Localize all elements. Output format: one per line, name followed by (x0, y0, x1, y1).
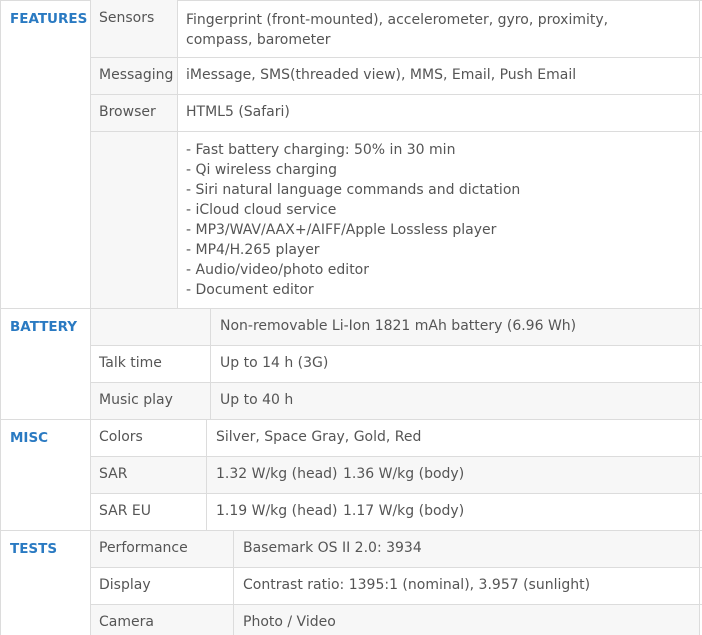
colors-label: Colors (99, 429, 143, 445)
talk-time-label: Talk time (99, 355, 162, 371)
sar-body-value: 1.36 W/kg (body) (343, 466, 465, 482)
divider (206, 457, 207, 493)
divider (210, 383, 211, 419)
divider (91, 567, 702, 568)
list-item: - MP3/WAV/AAX+/AIFF/Apple Lossless playe… (186, 222, 497, 238)
music-play-label: Music play (99, 392, 173, 408)
list-item: - Fast battery charging: 50% in 30 min (186, 142, 456, 158)
sar-head-value: 1.32 W/kg (head) (216, 466, 338, 482)
divider (177, 0, 178, 308)
music-play-value: Up to 40 h (220, 392, 294, 408)
list-item: - Qi wireless charging (186, 162, 337, 178)
talk-time-value: Up to 14 h (3G) (220, 355, 329, 371)
browser-value: HTML5 (Safari) (186, 104, 290, 120)
table-left-border (0, 0, 1, 635)
list-item: - MP4/H.265 player (186, 242, 320, 258)
specs-table: FEATURES Sensors Fingerprint (front-moun… (0, 0, 702, 635)
divider (0, 419, 702, 420)
features-category: FEATURES (10, 11, 88, 27)
music-row-shade (91, 383, 699, 419)
divider (91, 57, 702, 58)
sensors-label: Sensors (99, 10, 155, 26)
list-item: - Document editor (186, 282, 314, 298)
camera-value: Photo / Video (243, 614, 336, 630)
messaging-label: Messaging (99, 67, 174, 83)
sar-eu-head-value: 1.19 W/kg (head) (216, 503, 338, 519)
sar-eu-label: SAR EU (99, 503, 151, 519)
divider (233, 531, 234, 567)
list-item: - Audio/video/photo editor (186, 262, 369, 278)
display-value: Contrast ratio: 1395:1 (nominal), 3.957 … (243, 577, 591, 593)
camera-label: Camera (99, 614, 154, 630)
display-label: Display (99, 577, 151, 593)
battery-capacity-value: Non-removable Li-Ion 1821 mAh battery (6… (220, 318, 577, 334)
features-list: - Fast battery charging: 50% in 30 min -… (186, 140, 520, 300)
sensors-value: Fingerprint (front-mounted), acceleromet… (186, 12, 609, 48)
battery-category: BATTERY (10, 319, 78, 335)
tests-category: TESTS (10, 541, 58, 557)
divider (91, 131, 702, 132)
divider (233, 605, 234, 635)
camera-row-shade (91, 605, 699, 635)
divider (91, 345, 702, 346)
performance-label: Performance (99, 540, 188, 556)
messaging-value: iMessage, SMS(threaded view), MMS, Email… (186, 67, 577, 83)
performance-value: Basemark OS II 2.0: 3934 (243, 540, 422, 556)
divider (91, 94, 702, 95)
features-label-column (91, 0, 177, 308)
colors-value: Silver, Space Gray, Gold, Red (216, 429, 422, 445)
sar-label: SAR (99, 466, 128, 482)
sar-eu-body-value: 1.17 W/kg (body) (343, 503, 465, 519)
divider (91, 493, 702, 494)
misc-category: MISC (10, 430, 49, 446)
list-item: - iCloud cloud service (186, 202, 337, 218)
browser-label: Browser (99, 104, 156, 120)
table-right-border (699, 0, 700, 635)
list-item: - Siri natural language commands and dic… (186, 182, 521, 198)
